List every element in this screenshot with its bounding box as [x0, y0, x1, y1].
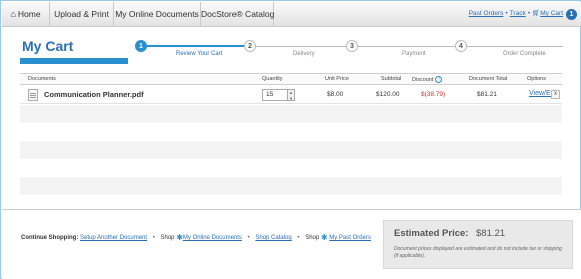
- separator-dot: •: [152, 235, 155, 241]
- step-4-marker: 4: [455, 40, 467, 52]
- step-1-label: Review Your Cart: [176, 51, 223, 57]
- my-cart-link[interactable]: My Cart: [540, 10, 563, 17]
- shop-prefix: Shop: [305, 235, 320, 241]
- unit-price: $8.00: [327, 91, 344, 98]
- empty-row: [20, 105, 562, 123]
- estimated-price-box: Estimated Price: $81.21 Document prices …: [383, 220, 573, 269]
- empty-row: [20, 159, 562, 177]
- tab-home-label: Home: [17, 9, 41, 19]
- step-1-marker: 1: [135, 40, 147, 52]
- star-icon: ✱: [176, 233, 183, 242]
- step-3-marker: 3: [346, 40, 358, 52]
- estimated-price-note: Document prices displayed are estimated …: [394, 246, 562, 259]
- cart-table-header: Documents Quantity Unit Price Subtotal D…: [20, 73, 562, 85]
- pdf-document-icon: [28, 89, 38, 101]
- separator-dot: •: [505, 10, 508, 17]
- header-documents: Documents: [28, 76, 56, 82]
- tab-upload-print[interactable]: Upload & Print: [50, 2, 114, 27]
- discount-amount: $(38.79): [421, 91, 446, 98]
- help-icon[interactable]: ?: [435, 76, 443, 83]
- continue-shopping-label: Continue Shopping:: [21, 235, 79, 241]
- top-nav: ⌂ Home Upload & Print My Online Documents…: [2, 2, 581, 27]
- document-name: Communication Planner.pdf: [44, 90, 144, 99]
- header-discount: Discount?: [412, 76, 443, 83]
- tab-docstore-catalog[interactable]: DocStore® Catalog: [201, 2, 274, 27]
- page-title: My Cart: [22, 38, 74, 54]
- estimated-price-label: Estimated Price:: [394, 228, 469, 239]
- header-options: Options: [527, 76, 546, 82]
- past-orders-link[interactable]: Past Orders: [469, 10, 504, 17]
- cart-count-badge: 1: [566, 9, 577, 20]
- title-underline: [20, 58, 128, 64]
- remove-item-button[interactable]: x: [551, 90, 560, 99]
- header-quantity: Quantity: [262, 76, 283, 82]
- setup-another-document-link[interactable]: Setup Another Document: [80, 235, 147, 241]
- step-3-label: Payment: [402, 51, 426, 57]
- window-frame: ⌂ Home Upload & Print My Online Documents…: [0, 0, 581, 279]
- shop-prefix: Shop: [160, 235, 175, 241]
- continue-shopping: Continue Shopping: Setup Another Documen…: [21, 233, 371, 242]
- track-link[interactable]: Track: [510, 10, 526, 17]
- separator-dot: •: [297, 235, 300, 241]
- star-icon: ✱: [320, 233, 328, 242]
- empty-row: [20, 177, 562, 195]
- tab-home[interactable]: ⌂ Home: [2, 2, 50, 27]
- separator-dot: •: [247, 235, 250, 241]
- header-document-total: Document Total: [469, 76, 508, 82]
- document-total: $81.21: [477, 91, 497, 98]
- my-past-orders-link[interactable]: My Past Orders: [329, 235, 371, 241]
- top-links: Past Orders • Track • 🛒︎My Cart: [469, 9, 563, 17]
- separator-dot: •: [527, 10, 530, 17]
- header-unit-price: Unit Price: [325, 76, 349, 82]
- shop-catalog-link[interactable]: Shop Catalog: [255, 235, 291, 241]
- home-icon: ⌂: [10, 9, 16, 19]
- step-2-label: Delivery: [293, 51, 315, 57]
- quantity-stepper[interactable]: ▲ ▼: [288, 89, 295, 101]
- subtotal: $120.00: [376, 91, 400, 98]
- progress-track-active: [141, 45, 245, 47]
- header-discount-label: Discount: [412, 76, 434, 83]
- cart-icon: 🛒︎: [531, 10, 541, 17]
- estimated-price-value: $81.21: [476, 228, 506, 239]
- empty-row: [20, 141, 562, 159]
- table-row: Communication Planner.pdf 15 ▲ ▼ $8.00 $1…: [20, 86, 562, 104]
- quantity-input[interactable]: 15: [262, 89, 288, 101]
- tab-my-online-documents[interactable]: My Online Documents: [114, 2, 201, 27]
- header-subtotal: Subtotal: [381, 76, 402, 82]
- empty-row: [20, 123, 562, 141]
- step-2-marker: 2: [244, 40, 256, 52]
- step-4-label: Order Complete: [503, 51, 546, 57]
- my-online-documents-link[interactable]: My Online Documents: [183, 235, 242, 241]
